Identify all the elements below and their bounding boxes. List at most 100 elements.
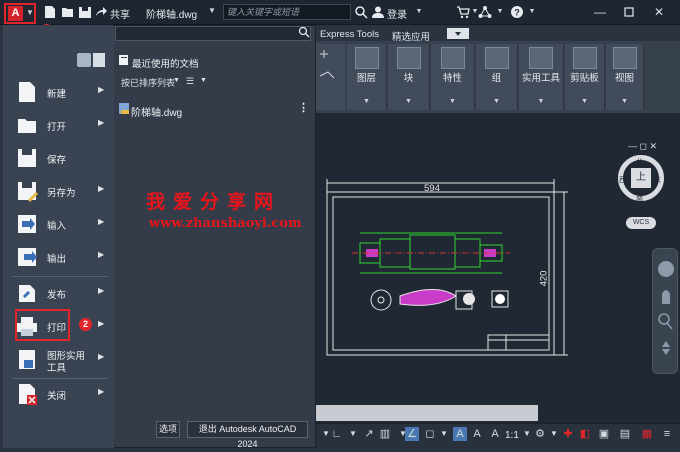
exit-button[interactable]: 退出 Autodesk AutoCAD 2024 xyxy=(187,421,308,449)
chevron-down-icon[interactable]: ▼ xyxy=(565,98,604,105)
chevron-down-icon[interactable]: ▼ xyxy=(547,427,561,441)
menu-icon[interactable]: ≡ xyxy=(660,427,674,441)
layout-tabs-bar[interactable] xyxy=(316,405,538,421)
ribbon-group-label: 剪贴板 xyxy=(570,73,599,84)
tab-express-tools[interactable]: Express Tools xyxy=(320,29,379,40)
drawing-canvas[interactable]: 594 420 上 北 南 西 东 WCS xyxy=(316,113,680,423)
isolate-objects-icon[interactable]: ▣ xyxy=(597,427,611,441)
chevron-down-icon[interactable]: ▼ xyxy=(525,5,539,19)
ribbon-group-layers[interactable]: 图层 ▼ xyxy=(347,44,387,110)
chevron-down-icon[interactable]: ▼ xyxy=(520,427,534,441)
share-label[interactable]: 共享 xyxy=(110,6,130,21)
menu-item-save[interactable]: 保存 xyxy=(10,143,106,173)
user-icon[interactable] xyxy=(371,5,385,19)
menu-item-label: 打开 xyxy=(47,122,67,133)
menu-search-input[interactable] xyxy=(115,26,311,41)
chevron-down-icon[interactable]: ▼ xyxy=(493,5,507,19)
gear-icon[interactable]: ⚙ xyxy=(533,427,547,441)
chevron-down-icon[interactable]: ▼ xyxy=(437,427,451,441)
more-options-icon[interactable]: ⋮ xyxy=(298,101,309,114)
new-icon[interactable] xyxy=(43,5,57,19)
measure-icon xyxy=(529,47,553,69)
ribbon-group-block[interactable]: 块 ▼ xyxy=(388,44,430,110)
search-input[interactable]: 键入关键字或短语 xyxy=(223,4,351,20)
menu-item-import[interactable]: 输入 ▶ xyxy=(10,209,106,239)
customize-icon[interactable]: ▦ xyxy=(640,427,654,441)
chevron-down-icon[interactable]: ▼ xyxy=(173,77,180,84)
share-icon[interactable] xyxy=(94,5,108,19)
sort-dropdown[interactable]: 按已排序列表 xyxy=(121,76,175,89)
ribbon-group-groups[interactable]: 组 ▼ xyxy=(476,44,518,110)
menu-item-open[interactable]: 打开 ▶ xyxy=(10,110,106,140)
recent-file-item[interactable]: 阶梯轴.dwg xyxy=(131,104,182,119)
ortho-icon[interactable]: ∟ xyxy=(330,427,344,441)
chevron-down-icon[interactable]: ▼ xyxy=(412,5,426,19)
viewport-window-controls[interactable]: — ◻ ✕ xyxy=(628,141,676,151)
open-icon[interactable] xyxy=(61,5,75,19)
viewcube-top-face[interactable]: 上 xyxy=(631,168,651,188)
chevron-down-icon[interactable]: ▼ xyxy=(431,98,474,105)
annotation-scale-value[interactable]: 1:1 xyxy=(505,430,519,441)
import-icon xyxy=(18,215,36,233)
viewcube-east[interactable]: 东 xyxy=(654,175,661,185)
connect-icon[interactable] xyxy=(478,5,492,19)
open-documents-icon[interactable] xyxy=(93,53,105,67)
chevron-down-icon[interactable]: ▼ xyxy=(208,6,216,15)
ribbon-group-view[interactable]: 视图 ▼ xyxy=(606,44,644,110)
clipboard-icon xyxy=(572,47,597,69)
chevron-down-icon[interactable]: ▼ xyxy=(200,77,207,84)
search-icon[interactable] xyxy=(354,5,368,19)
print-highlight-box xyxy=(15,309,70,341)
chevron-down-icon[interactable]: ▼ xyxy=(519,98,563,105)
ribbon-group-label: 组 xyxy=(491,73,502,84)
annotation-visibility-icon[interactable]: A xyxy=(453,427,467,441)
chevron-down-icon[interactable]: ▼ xyxy=(606,98,643,105)
viewcube-north[interactable]: 北 xyxy=(636,157,643,167)
isodraft-icon[interactable]: ▥ xyxy=(378,427,392,441)
viewcube-south[interactable]: 南 xyxy=(636,193,643,203)
watermark-url: www.zhanshaoyi.com xyxy=(149,216,302,231)
auto-scale-icon[interactable]: A xyxy=(470,427,484,441)
options-button[interactable]: 选项 xyxy=(156,421,180,438)
autocad-logo-icon: A xyxy=(8,6,23,21)
menu-item-label: 输入 xyxy=(47,221,67,232)
chevron-down-icon[interactable]: ▼ xyxy=(476,98,517,105)
menu-item-new[interactable]: 新建 ▶ xyxy=(10,77,106,107)
menu-item-save-as[interactable]: 另存为 ▶ xyxy=(10,176,106,206)
minimize-button[interactable]: — xyxy=(592,4,608,20)
object-snap-icon[interactable]: ∠ xyxy=(405,427,419,441)
list-view-icon[interactable]: ☰ xyxy=(186,76,194,87)
menu-item-export[interactable]: 输出 ▶ xyxy=(10,242,106,272)
ribbon-group-clipboard[interactable]: 剪贴板 ▼ xyxy=(565,44,605,110)
search-icon[interactable] xyxy=(297,26,311,41)
viewcube-west[interactable]: 西 xyxy=(619,175,626,185)
hardware-acceleration-icon[interactable]: ◧ xyxy=(578,427,592,441)
block-icon xyxy=(396,47,421,69)
chevron-right-icon: ▶ xyxy=(98,286,105,295)
clean-screen-icon[interactable]: ▤ xyxy=(618,427,632,441)
chevron-down-icon[interactable]: ▼ xyxy=(388,98,429,105)
ribbon-group-properties[interactable]: 特性 ▼ xyxy=(431,44,475,110)
ribbon-group-utilities[interactable]: 实用工具 ▼ xyxy=(519,44,564,110)
close-button[interactable]: ✕ xyxy=(651,4,667,20)
login-button[interactable]: 登录 xyxy=(387,6,407,21)
maximize-button[interactable] xyxy=(621,4,637,20)
snap-tracking-icon[interactable]: ◻ xyxy=(423,427,437,441)
menu-item-close[interactable]: 关闭 ▶ xyxy=(10,379,106,409)
application-menu-button[interactable]: A ▼ xyxy=(4,3,36,24)
publish-icon xyxy=(19,285,35,302)
chevron-right-icon: ▶ xyxy=(98,387,105,396)
annotation-scale-icon[interactable]: A xyxy=(488,427,502,441)
wcs-menu[interactable]: WCS xyxy=(626,217,656,229)
chevron-down-icon[interactable]: ▼ xyxy=(346,427,360,441)
navigation-bar[interactable] xyxy=(652,248,678,374)
polar-icon[interactable]: ↗ xyxy=(362,427,376,441)
menu-item-publish[interactable]: 发布 ▶ xyxy=(10,278,106,308)
chevron-down-icon[interactable]: ▼ xyxy=(347,98,386,105)
recent-documents-icon[interactable] xyxy=(77,53,91,67)
ribbon-minimize-toggle[interactable] xyxy=(447,28,469,39)
plus-icon[interactable]: ✚ xyxy=(561,427,575,441)
save-icon[interactable] xyxy=(78,5,92,19)
menu-item-drawing-utilities[interactable]: 图形实用 工具 ▶ xyxy=(10,344,106,378)
help-icon[interactable]: ? xyxy=(510,5,524,19)
